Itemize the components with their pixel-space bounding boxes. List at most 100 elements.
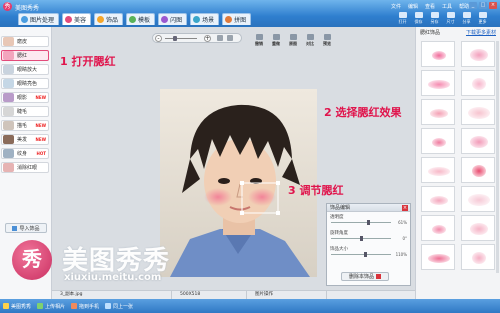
share-button[interactable]: 分享 [460, 12, 473, 25]
delete-accessory-button[interactable]: 删除本饰品 [341, 272, 389, 281]
hair-icon [3, 135, 14, 144]
blush-swatch[interactable] [461, 41, 495, 67]
taskbar-meitu[interactable]: 美图秀秀 [3, 303, 31, 310]
blush-swatch[interactable] [421, 157, 455, 183]
zoom-in-button[interactable]: + [204, 35, 211, 42]
folder-icon [398, 12, 407, 18]
blush-swatch[interactable] [461, 99, 495, 125]
close-button[interactable]: × [489, 2, 497, 9]
blush-swatch[interactable] [421, 215, 455, 241]
blush-swatch[interactable] [461, 157, 495, 183]
redo-button[interactable]: 重做 [270, 34, 282, 47]
red-eye-icon [3, 163, 14, 172]
step2-annotation: 2 选择腮红效果 [324, 106, 402, 119]
blush-swatch[interactable] [461, 244, 495, 270]
size-value: 110% [395, 252, 407, 257]
star-icon [97, 16, 105, 23]
save-as-button[interactable]: 另存 [428, 12, 441, 25]
blush-swatch[interactable] [461, 70, 495, 96]
app-title: 美图秀秀 [15, 5, 40, 12]
tab-flash[interactable]: 闪图 [158, 13, 188, 25]
tattoo-icon [3, 149, 14, 158]
menu-edit[interactable]: 编辑 [408, 3, 418, 10]
menu-view[interactable]: 查看 [425, 3, 435, 10]
menu-tools[interactable]: 工具 [442, 3, 452, 10]
preview-button[interactable]: 预览 [321, 34, 333, 47]
face-icon [65, 16, 73, 23]
scene-icon [193, 16, 201, 23]
tool-eye-brighten[interactable]: 眼睛亮色 [1, 78, 49, 89]
window-controls: _ □ × [469, 2, 497, 9]
undo-button[interactable]: 撤销 [253, 34, 265, 47]
actual-size-icon[interactable] [227, 35, 233, 41]
opacity-value: 61% [398, 220, 407, 225]
menu-help[interactable]: 帮助 [459, 3, 469, 10]
title-bar: 秀 美图秀秀 文件 编辑 查看 工具 帮助 _ □ × 图片处理 美容 饰品 模… [0, 0, 500, 27]
tab-image-processing[interactable]: 图片处理 [18, 13, 60, 25]
tool-smooth-skin[interactable]: 磨皮 [1, 36, 49, 47]
tab-accessories[interactable]: 饰品 [94, 13, 124, 25]
opacity-handle[interactable] [367, 220, 370, 225]
blush-swatch[interactable] [461, 128, 495, 154]
share-icon [462, 12, 471, 18]
taskbar-same[interactable]: 同上一张 [105, 303, 133, 310]
opacity-slider[interactable]: 透明度 61% [327, 212, 410, 228]
blush-swatch[interactable] [461, 186, 495, 212]
compare-icon [306, 34, 314, 40]
resize-button[interactable]: 尺寸 [444, 12, 457, 25]
tab-scenes[interactable]: 场景 [190, 13, 220, 25]
zoom-out-button[interactable]: - [155, 35, 162, 42]
tab-beauty[interactable]: 美容 [62, 13, 92, 25]
blush-swatch[interactable] [421, 99, 455, 125]
eye-icon [3, 65, 14, 74]
import-accessory-button[interactable]: 导入饰品 [5, 223, 47, 233]
blush-swatch[interactable] [421, 41, 455, 67]
zoom-slider-handle[interactable] [173, 36, 177, 41]
rotation-handle[interactable] [360, 236, 363, 241]
eyeshadow-icon [3, 93, 14, 102]
save-button[interactable]: 保存 [412, 12, 425, 25]
maximize-button[interactable]: □ [479, 2, 487, 9]
minimize-button[interactable]: _ [469, 2, 477, 9]
zoom-track[interactable] [165, 38, 197, 39]
tab-collage[interactable]: 拼图 [222, 13, 252, 25]
tool-red-eye[interactable]: 消除红眼 [1, 162, 49, 173]
panel-scrollbar[interactable] [496, 41, 499, 273]
tool-tattoo[interactable]: 纹身 HOT [1, 148, 49, 159]
download-more-link[interactable]: 下载更多素材 [466, 29, 496, 36]
close-icon[interactable]: × [402, 205, 408, 211]
new-badge: NEW [35, 95, 47, 100]
tab-frames[interactable]: 模板 [126, 13, 156, 25]
fit-icon[interactable] [217, 35, 223, 41]
original-button[interactable]: 原图 [287, 34, 299, 47]
image-icon [21, 16, 28, 23]
delete-icon [376, 274, 381, 279]
eyelash-icon [3, 107, 14, 116]
eye-bright-icon [3, 79, 14, 88]
blush-swatch[interactable] [421, 186, 455, 212]
blush-swatch[interactable] [421, 244, 455, 270]
tool-hair[interactable]: 美发 NEW [1, 134, 49, 145]
menu-file[interactable]: 文件 [391, 3, 401, 10]
open-button[interactable]: 打开 [396, 12, 409, 25]
blush-swatch[interactable] [461, 215, 495, 241]
taskbar-upload[interactable]: 上传相片 [37, 303, 65, 310]
tool-eyelash[interactable]: 睫毛 [1, 106, 49, 117]
watermark-url: xiuxiu.meitu.com [64, 272, 162, 283]
size-handle[interactable] [364, 252, 367, 257]
rotation-slider[interactable]: 旋转角度 0° [327, 228, 410, 244]
more-icon [478, 12, 487, 18]
size-track[interactable] [331, 254, 391, 255]
compare-button[interactable]: 对比 [304, 34, 316, 47]
opacity-track[interactable] [331, 222, 391, 223]
taskbar-phone[interactable]: 拖到手机 [71, 303, 99, 310]
tool-eye-enlarge[interactable]: 眼睛放大 [1, 64, 49, 75]
tool-brow[interactable]: 描毛 NEW [1, 120, 49, 131]
more-button[interactable]: 更多 [476, 12, 489, 25]
tool-blush[interactable]: 腮红 [1, 50, 49, 61]
tool-eyeshadow[interactable]: 眼影 NEW [1, 92, 49, 103]
zoom-bar: - + [152, 33, 242, 43]
size-slider[interactable]: 饰品大小 110% [327, 244, 410, 260]
blush-swatch[interactable] [421, 128, 455, 154]
blush-swatch[interactable] [421, 70, 455, 96]
